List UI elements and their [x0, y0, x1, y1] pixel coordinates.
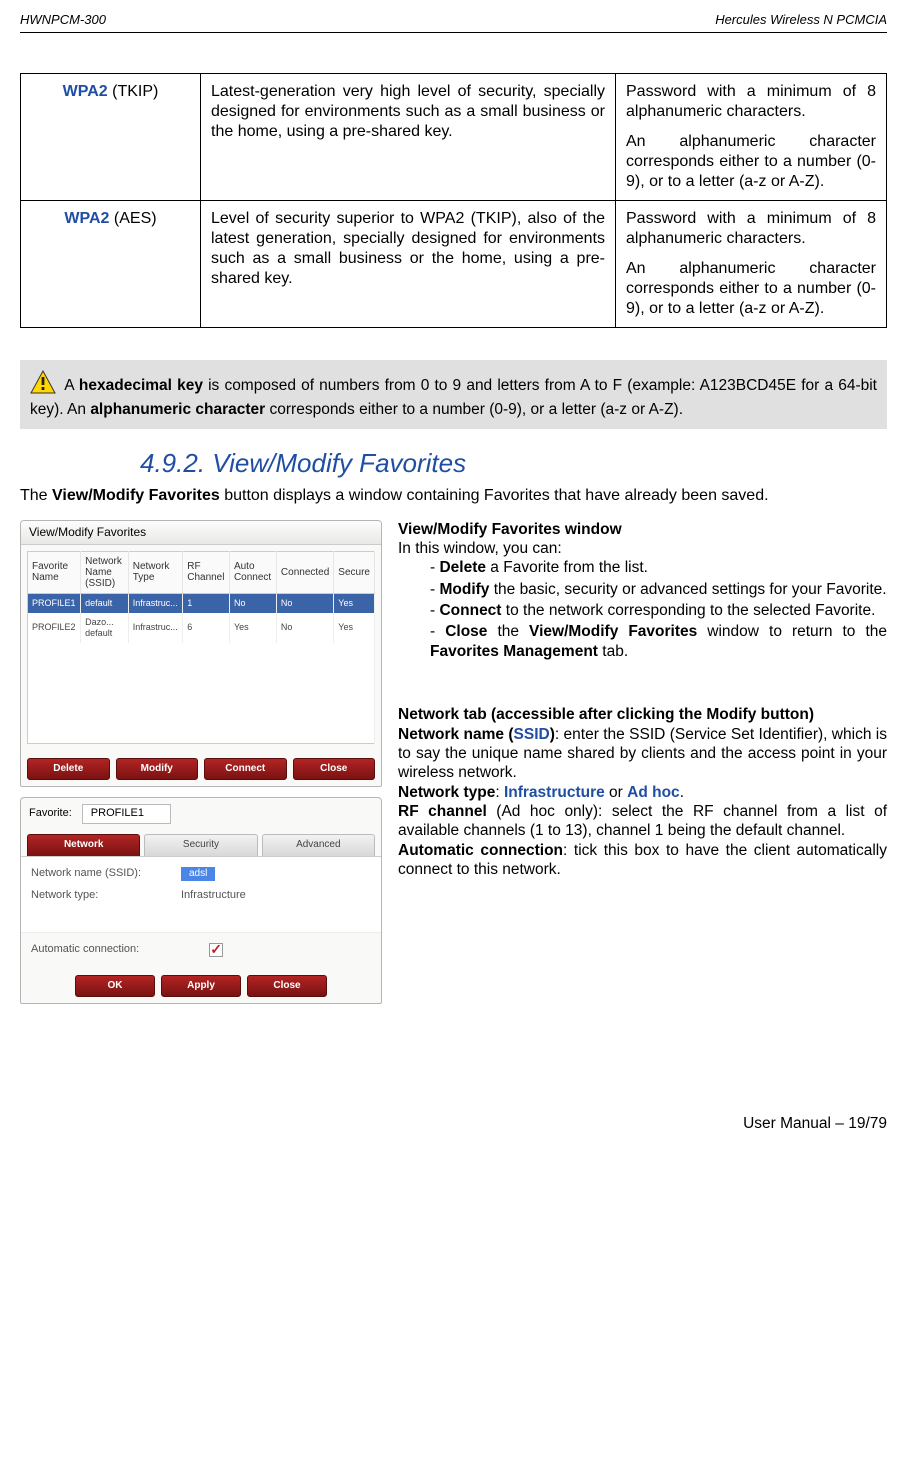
list-item[interactable]: PROFILE2 Dazo... default Infrastruc... 6… — [28, 613, 375, 644]
col-header: Secure — [334, 551, 375, 593]
favorites-list-table: Favorite Name Network Name (SSID) Networ… — [27, 551, 375, 744]
auto-connect-label: Automatic connection: — [31, 943, 139, 957]
network-tab-mock: Favorite: PROFILE1 Network Security Adva… — [20, 797, 382, 1004]
description-cell: Level of security superior to WPA2 (TKIP… — [201, 201, 616, 328]
term-wpa2: WPA2 — [64, 210, 109, 227]
col-header: Favorite Name — [28, 551, 81, 593]
network-type-value[interactable]: Infrastructure — [181, 889, 246, 903]
description-column: View/Modify Favorites window In this win… — [398, 520, 887, 1005]
table-row: WPA2 (TKIP) Latest-generation very high … — [21, 74, 887, 201]
window-heading: View/Modify Favorites window — [398, 521, 622, 538]
network-name-line: Network name (SSID): enter the SSID (Ser… — [398, 725, 887, 783]
button-row: Delete Modify Connect Close — [21, 750, 381, 787]
ok-button[interactable]: OK — [75, 975, 155, 998]
rf-channel-line: RF channel (Ad hoc only): select the RF … — [398, 802, 887, 841]
col-header: RF Channel — [183, 551, 230, 593]
window-body: Favorite Name Network Name (SSID) Networ… — [21, 545, 381, 750]
network-type-line: Network type: Infrastructure or Ad hoc. — [398, 783, 887, 802]
intro-paragraph: The View/Modify Favorites button display… — [20, 486, 887, 506]
requirement-cell: Password with a minimum of 8 alphanumeri… — [616, 74, 887, 201]
security-table: WPA2 (TKIP) Latest-generation very high … — [20, 73, 887, 328]
modify-button[interactable]: Modify — [116, 758, 199, 781]
header-right: Hercules Wireless N PCMCIA — [715, 12, 887, 28]
list-item: - Connect to the network corresponding t… — [430, 601, 887, 620]
favorite-selector-row: Favorite: PROFILE1 — [21, 798, 381, 830]
action-list: - Delete a Favorite from the list. - Mod… — [398, 558, 887, 661]
security-mode-cell: WPA2 (TKIP) — [21, 74, 201, 201]
ssid-input[interactable]: adsl — [181, 867, 215, 882]
tab-security[interactable]: Security — [144, 834, 257, 856]
doc-header: HWNPCM-300 Hercules Wireless N PCMCIA — [20, 12, 887, 28]
favorite-label: Favorite: — [29, 807, 72, 821]
network-form: Network name (SSID): adsl Network type: … — [21, 856, 381, 932]
auto-connect-checkbox[interactable] — [209, 943, 223, 957]
col-header: Network Name (SSID) — [81, 551, 129, 593]
network-type-label: Network type: — [31, 889, 181, 903]
auto-connect-row: Automatic connection: — [21, 932, 381, 967]
term-paren: (TKIP) — [108, 83, 159, 100]
table-row: WPA2 (AES) Level of security superior to… — [21, 201, 887, 328]
header-left: HWNPCM-300 — [20, 12, 106, 28]
req-line: Password with a minimum of 8 alphanumeri… — [626, 82, 876, 122]
description-cell: Latest-generation very high level of sec… — [201, 74, 616, 201]
favorites-window-mock: View/Modify Favorites Favorite Name Netw… — [20, 520, 382, 788]
screenshots-column: View/Modify Favorites Favorite Name Netw… — [20, 520, 382, 1005]
section-heading: 4.9.2. View/Modify Favorites — [140, 447, 887, 480]
security-mode-cell: WPA2 (AES) — [21, 201, 201, 328]
list-item: - Modify the basic, security or advanced… — [430, 580, 887, 599]
window-title: View/Modify Favorites — [21, 521, 381, 545]
term-wpa2: WPA2 — [63, 83, 108, 100]
close-button[interactable]: Close — [247, 975, 327, 998]
callout-text: A hexadecimal key is composed of numbers… — [30, 377, 877, 417]
two-column-layout: View/Modify Favorites Favorite Name Netw… — [20, 520, 887, 1005]
delete-button[interactable]: Delete — [27, 758, 110, 781]
tab-row: Network Security Advanced — [21, 830, 381, 856]
connect-button[interactable]: Connect — [204, 758, 287, 781]
warning-icon — [30, 370, 56, 399]
list-item[interactable]: PROFILE1 default Infrastruc... 1 No No Y… — [28, 593, 375, 613]
button-row: OK Apply Close — [21, 967, 381, 1004]
req-line: An alphanumeric character corresponds ei… — [626, 132, 876, 192]
col-header: Auto Connect — [229, 551, 276, 593]
term-paren: (AES) — [109, 210, 156, 227]
apply-button[interactable]: Apply — [161, 975, 241, 998]
req-line: An alphanumeric character corresponds ei… — [626, 259, 876, 319]
warning-callout: A hexadecimal key is composed of numbers… — [20, 360, 887, 429]
req-line: Password with a minimum of 8 alphanumeri… — [626, 209, 876, 249]
requirement-cell: Password with a minimum of 8 alphanumeri… — [616, 201, 887, 328]
ssid-label: Network name (SSID): — [31, 867, 181, 881]
tab-network[interactable]: Network — [27, 834, 140, 856]
close-button[interactable]: Close — [293, 758, 376, 781]
col-header: Connected — [276, 551, 333, 593]
auto-connect-line: Automatic connection: tick this box to h… — [398, 841, 887, 880]
lead-text: In this window, you can: — [398, 539, 887, 558]
list-item: - Close the View/Modify Favorites window… — [430, 622, 887, 661]
list-item: - Delete a Favorite from the list. — [430, 558, 887, 577]
favorite-dropdown[interactable]: PROFILE1 — [82, 804, 171, 824]
col-header: Network Type — [128, 551, 182, 593]
page-footer: User Manual – 19/79 — [20, 1114, 887, 1133]
header-rule — [20, 32, 887, 33]
network-tab-heading: Network tab (accessible after clicking t… — [398, 706, 814, 723]
tab-advanced[interactable]: Advanced — [262, 834, 375, 856]
